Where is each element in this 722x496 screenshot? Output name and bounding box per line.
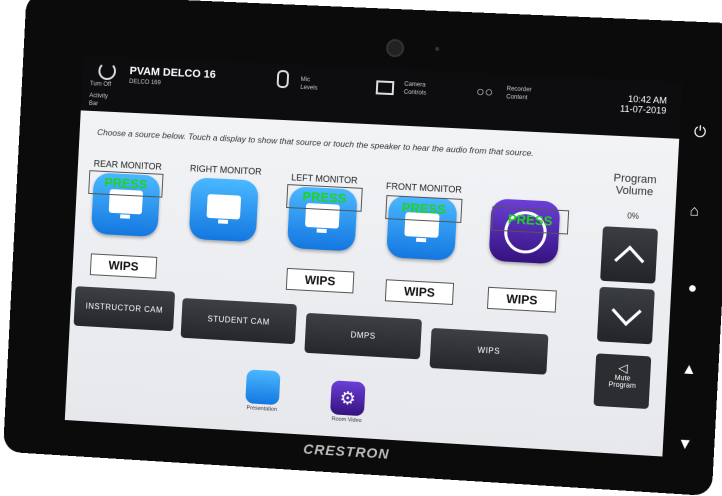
power-off-icon[interactable] (98, 62, 116, 81)
recorder-label-2[interactable]: Content (506, 94, 528, 101)
source-value-box: WIPS (286, 268, 355, 294)
source-label: RIGHT MONITOR (183, 163, 268, 177)
source-value-box: WIPS (385, 279, 454, 305)
touch-screen: Turn Off PVAM DELCO 16 DELCO 169 Activit… (65, 55, 682, 456)
activity-label: Activity (89, 93, 108, 100)
dmps-button[interactable]: DMPS (304, 313, 422, 359)
camera-controls-label-2[interactable]: Controls (404, 90, 427, 97)
instructions-text: Choose a source below. Touch a display t… (97, 127, 534, 158)
student-cam-button[interactable]: STUDENT CAM (181, 298, 297, 344)
monitor-icon (206, 194, 241, 220)
mic-levels-label-2[interactable]: Levels (300, 85, 318, 92)
microphone-icon[interactable] (276, 70, 289, 88)
top-bar: Turn Off PVAM DELCO 16 DELCO 169 Activit… (81, 55, 682, 139)
voicemail-icon[interactable]: ○○ (476, 83, 494, 100)
presentation-dock-item[interactable]: Presentation (232, 369, 293, 414)
camera-control-icon[interactable] (376, 80, 395, 95)
instructor-cam-button[interactable]: INSTRUCTOR CAM (74, 286, 176, 331)
room-video-dock-item[interactable]: ⚙ Room Video (317, 380, 379, 425)
power-off-label[interactable]: Turn Off (90, 81, 111, 88)
press-label: PRESS (491, 206, 569, 234)
gear-icon[interactable]: ⚙ (330, 380, 366, 416)
brand-logo: CRESTRON (303, 441, 390, 462)
source-value-box: WIPS (90, 253, 157, 278)
source-value-box: WIPS (487, 287, 557, 313)
date-text: 11-07-2019 (620, 104, 667, 116)
camera-controls-label-1[interactable]: Camera (404, 82, 426, 89)
power-icon[interactable]: ⏻ (694, 123, 707, 141)
recorder-label-1[interactable]: Recorder (506, 86, 531, 93)
source-label (483, 194, 570, 198)
touch-panel-device: Turn Off PVAM DELCO 16 DELCO 169 Activit… (3, 0, 722, 496)
source-right-monitor[interactable]: RIGHT MONITOR (180, 163, 269, 243)
home-icon[interactable]: ⌂ (689, 202, 699, 220)
volume-down-hardkey-icon[interactable]: ▼ (677, 435, 693, 453)
mute-program-button[interactable]: ◁ Mute Program (593, 353, 651, 409)
chevron-up-icon (614, 246, 644, 276)
front-camera-icon (386, 39, 405, 58)
program-volume-title: Program Volume (605, 172, 665, 199)
press-label: PRESS (385, 195, 462, 223)
source-label: FRONT MONITOR (381, 181, 468, 195)
monitor-tile[interactable] (189, 177, 259, 242)
press-label: PRESS (286, 184, 363, 212)
room-subtitle: DELCO 169 (129, 79, 161, 86)
light-sensor (435, 47, 439, 51)
press-label: PRESS (88, 170, 163, 197)
activity-sub: Bar (89, 101, 98, 107)
volume-down-button[interactable] (597, 287, 655, 345)
presentation-icon[interactable] (245, 369, 280, 405)
clock: 10:42 AM 11-07-2019 (620, 93, 667, 115)
chevron-down-icon (611, 296, 641, 326)
volume-percent: 0% (603, 210, 663, 222)
room-name: PVAM DELCO 16 (129, 65, 216, 81)
wips-button[interactable]: WIPS (429, 328, 548, 375)
volume-up-hardkey-icon[interactable]: ▲ (681, 360, 697, 378)
mic-levels-label-1[interactable]: Mic (301, 77, 311, 83)
lightbulb-icon[interactable]: ● (687, 279, 697, 297)
volume-up-button[interactable] (600, 226, 658, 283)
